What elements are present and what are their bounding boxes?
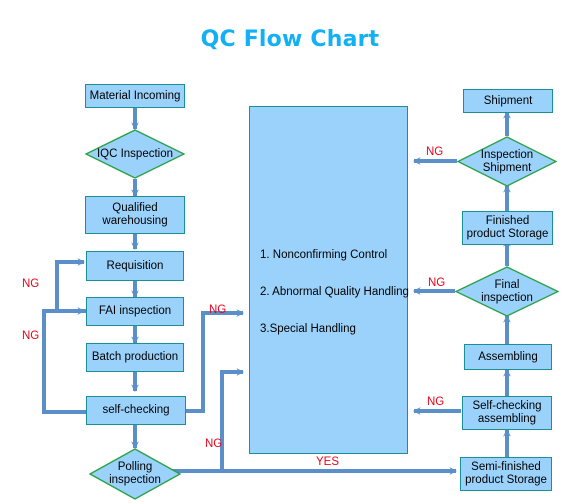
- node-batch-production[interactable]: Batch production: [86, 343, 184, 372]
- edge-label-ng-polling: NG: [205, 438, 223, 450]
- node-qualified-warehousing[interactable]: Qualified warehousing: [85, 196, 185, 234]
- edge-label-ng-self-checking: NG: [209, 304, 227, 316]
- node-polling-inspection[interactable]: Polling inspection: [88, 448, 182, 500]
- node-finished-product-storage-label: Finished product Storage: [466, 215, 549, 240]
- node-material-incoming-label: Material Incoming: [89, 89, 181, 102]
- central-item-1: 1. Nonconfirming Control: [260, 249, 388, 261]
- node-assembling[interactable]: Assembling: [464, 344, 552, 370]
- node-fai-inspection-label: FAI inspection: [98, 305, 172, 317]
- node-self-checking-assembling[interactable]: Self-checking assembling: [462, 396, 552, 430]
- edge-label-yes-polling: YES: [316, 456, 340, 468]
- edge-label-ng-inspection-shipment: NG: [426, 146, 444, 158]
- node-shipment-label: Shipment: [483, 94, 533, 107]
- central-item-3: 3.Special Handling: [260, 323, 356, 335]
- central-handling-box-text: 1. Nonconfirming Control 2. Abnormal Qua…: [260, 248, 410, 337]
- diamond-shape-final-inspection: [454, 266, 560, 317]
- edge-label-ng-requisition: NG: [22, 278, 40, 290]
- qc-flow-chart-canvas: QC Flow Chart 1. Nonconfirming Control 2…: [0, 0, 580, 504]
- node-self-checking[interactable]: self-checking: [86, 396, 186, 425]
- node-iqc-inspection[interactable]: IQC Inspection: [84, 129, 186, 179]
- edge-label-ng-self-checking-assembling: NG: [427, 396, 445, 408]
- node-requisition[interactable]: Requisition: [86, 251, 184, 281]
- edge-label-ng-final-inspection: NG: [428, 277, 446, 289]
- node-semi-finished-product-storage-label: Semi-finished product Storage: [465, 461, 547, 486]
- node-self-checking-label: self-checking: [102, 404, 170, 416]
- node-finished-product-storage[interactable]: Finished product Storage: [462, 211, 553, 245]
- node-qualified-warehousing-label: Qualified warehousing: [102, 202, 168, 227]
- node-fai-inspection[interactable]: FAI inspection: [86, 297, 184, 326]
- node-semi-finished-product-storage[interactable]: Semi-finished product Storage: [460, 457, 552, 491]
- node-material-incoming[interactable]: Material Incoming: [85, 84, 185, 108]
- central-item-2: 2. Abnormal Quality Handling: [260, 286, 409, 298]
- node-shipment[interactable]: Shipment: [463, 89, 553, 113]
- diamond-shape-inspection-shipment: [456, 136, 558, 187]
- node-inspection-shipment[interactable]: Inspection Shipment: [456, 136, 558, 187]
- edge-label-ng-fai: NG: [22, 330, 40, 342]
- node-batch-production-label: Batch production: [91, 351, 179, 363]
- node-requisition-label: Requisition: [106, 259, 164, 272]
- node-assembling-label: Assembling: [478, 350, 538, 363]
- node-self-checking-assembling-label: Self-checking assembling: [472, 400, 542, 425]
- diamond-shape-polling: [88, 448, 182, 500]
- node-final-inspection[interactable]: Final inspection: [454, 266, 560, 317]
- diamond-shape-iqc: [84, 129, 186, 179]
